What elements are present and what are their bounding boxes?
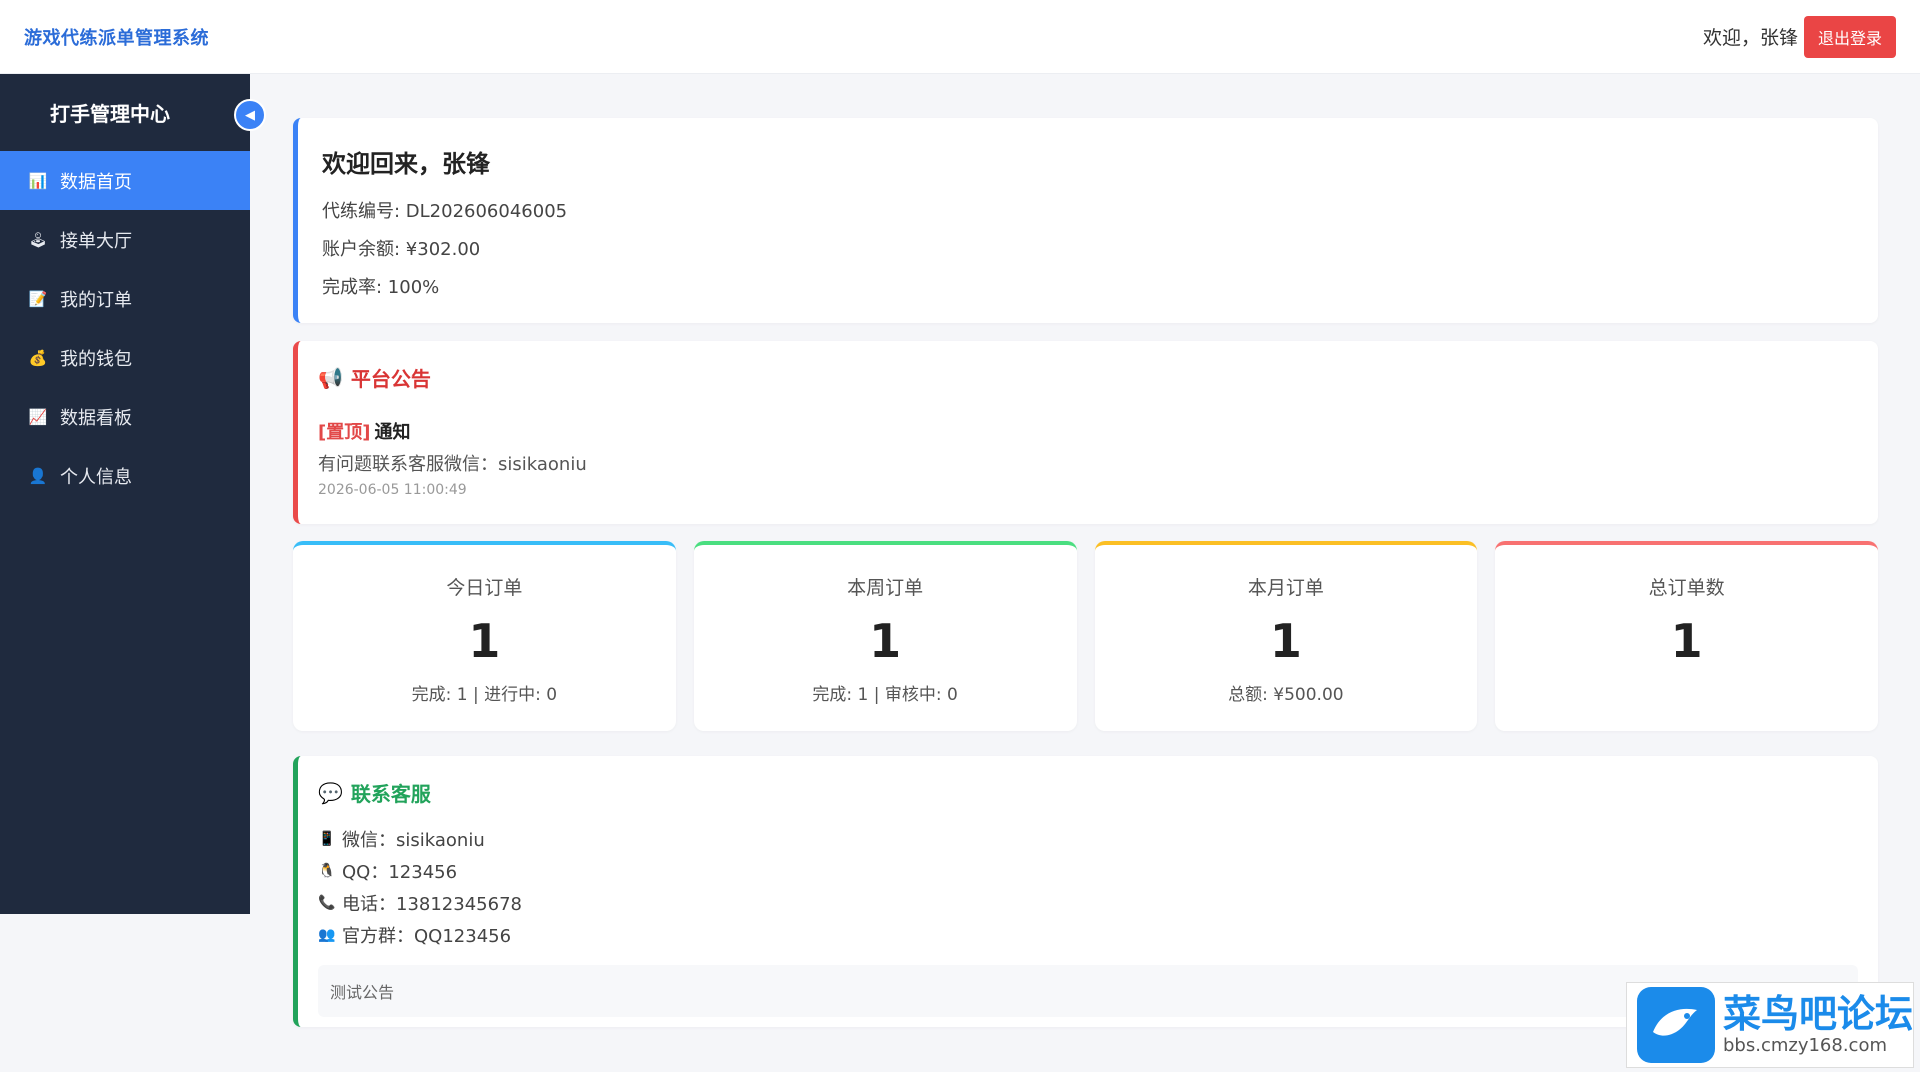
group-icon: 👥 — [318, 927, 336, 943]
contact-list: 📱 微信：sisikaoniu 🐧 QQ：123456 📞 电话：13812345678 👥… — [318, 823, 1858, 951]
telephone-icon: 📞 — [318, 895, 336, 911]
stat-label: 本月订单 — [1247, 577, 1324, 599]
joystick-icon: 🕹 — [28, 230, 48, 249]
stat-card: 本周订单 1 完成: 1 | 审核中: 0 — [693, 541, 1077, 731]
contact-line: 👥 官方群：QQ123456 — [318, 919, 1858, 951]
sidebar-item-0[interactable]: 📊 数据首页 — [0, 151, 250, 210]
stat-card: 总订单数 1 — [1495, 541, 1878, 731]
stats-row: 今日订单 1 完成: 1 | 进行中: 0 本周订单 1 完成: 1 | 审核中: 0 本月… — [293, 541, 1878, 731]
header-user-area: 欢迎，张锋 退出登录 — [1702, 15, 1896, 58]
sidebar-item-label: 数据首页 — [60, 171, 132, 193]
contact-text: 官方群：QQ123456 — [342, 926, 512, 947]
sidebar-item-4[interactable]: 📈 数据看板 — [0, 387, 250, 446]
account-balance: 账户余额: ¥302.00 — [322, 239, 481, 260]
user-icon: 👤 — [28, 466, 48, 485]
platform-notice-card: 📢 平台公告 [置顶] 通知 有问题联系客服微信：sisikaoniu 2026-… — [293, 341, 1878, 524]
stat-card: 今日订单 1 完成: 1 | 进行中: 0 — [293, 541, 676, 731]
contact-line: 📞 电话：13812345678 — [318, 887, 1858, 919]
stat-subtext: 总额: ¥500.00 — [1228, 685, 1344, 705]
notice-title: 平台公告 — [350, 367, 431, 391]
app-title: 游戏代练派单管理系统 — [24, 27, 209, 49]
stat-value: 1 — [869, 614, 902, 668]
contact-text: QQ：123456 — [342, 862, 458, 883]
contact-text: 微信：sisikaoniu — [342, 830, 485, 851]
notice-header: 📢 平台公告 — [318, 363, 1858, 392]
welcome-title: 欢迎回来，张锋 — [322, 150, 490, 178]
main-content: 欢迎回来，张锋 代练编号: DL202606046005 账户余额: ¥302.… — [293, 118, 1878, 1027]
pin-tag: [置顶] — [318, 422, 371, 443]
stat-label: 今日订单 — [446, 577, 523, 599]
stat-value: 1 — [1670, 614, 1703, 668]
contact-line: 🐧 QQ：123456 — [318, 855, 1858, 887]
stat-label: 总订单数 — [1648, 577, 1725, 599]
stat-value: 1 — [468, 614, 501, 668]
sidebar: 打手管理中心 ◀ 📊 数据首页 🕹 接单大厅 📝 我的订单 💰 我的钱包 📈 数据看板 👤 个人信息 — [0, 74, 266, 914]
watermark-main: 菜鸟吧论坛 — [1723, 991, 1914, 1036]
notice-text: 有问题联系客服微信：sisikaoniu — [318, 454, 587, 475]
contact-title: 联系客服 — [350, 782, 431, 806]
stat-card: 本月订单 1 总额: ¥500.00 — [1094, 541, 1478, 731]
megaphone-icon: 📢 — [318, 365, 343, 390]
penguin-icon: 🐧 — [318, 863, 336, 879]
notice-time: 2026-06-05 11:00:49 — [318, 482, 467, 498]
player-code: 代练编号: DL202606046005 — [322, 201, 568, 222]
stat-label: 本周订单 — [847, 577, 924, 599]
sidebar-title: 打手管理中心 — [50, 102, 170, 126]
watermark-text: 菜鸟吧论坛 bbs.cmzy168.com — [1723, 991, 1914, 1057]
watermark-sub: bbs.cmzy168.com — [1723, 1035, 1888, 1057]
welcome-card: 欢迎回来，张锋 代练编号: DL202606046005 账户余额: ¥302.… — [293, 118, 1878, 323]
sidebar-item-label: 我的钱包 — [60, 348, 132, 370]
contact-header: 💬 联系客服 — [318, 778, 1858, 807]
top-header: 游戏代练派单管理系统 欢迎，张锋 退出登录 — [0, 0, 1920, 74]
sidebar-item-5[interactable]: 👤 个人信息 — [0, 446, 250, 505]
sidebar-nav: 📊 数据首页 🕹 接单大厅 📝 我的订单 💰 我的钱包 📈 数据看板 👤 个人信息 — [0, 151, 250, 505]
logout-button[interactable]: 退出登录 — [1803, 15, 1896, 58]
sidebar-item-3[interactable]: 💰 我的钱包 — [0, 328, 250, 387]
sidebar-item-label: 我的订单 — [60, 289, 132, 311]
stat-subtext: 完成: 1 | 审核中: 0 — [812, 685, 958, 705]
collapse-sidebar-icon[interactable]: ◀ — [234, 99, 266, 131]
trend-icon: 📈 — [28, 407, 48, 426]
phone-icon: 📱 — [318, 831, 336, 847]
sidebar-item-1[interactable]: 🕹 接单大厅 — [0, 210, 250, 269]
notice-item: [置顶] 通知 有问题联系客服微信：sisikaoniu 2026-06-05 1… — [318, 418, 1858, 498]
notice-heading: [置顶] 通知 — [318, 418, 1858, 444]
sidebar-item-label: 接单大厅 — [60, 230, 132, 252]
note-icon: 📝 — [28, 289, 48, 308]
welcome-text: 欢迎，张锋 — [1702, 27, 1798, 49]
chart-icon: 📊 — [28, 171, 48, 190]
bird-logo-icon — [1637, 987, 1715, 1063]
stat-subtext: 完成: 1 | 进行中: 0 — [411, 685, 558, 705]
contact-text: 电话：13812345678 — [342, 894, 522, 915]
sidebar-item-label: 数据看板 — [60, 407, 132, 429]
money-bag-icon: 💰 — [28, 348, 48, 367]
completion-rate: 完成率: 100% — [322, 277, 440, 298]
forum-watermark: 菜鸟吧论坛 bbs.cmzy168.com — [1626, 982, 1914, 1068]
notice-heading-text: 通知 — [374, 422, 411, 443]
stat-value: 1 — [1269, 614, 1302, 668]
contact-line: 📱 微信：sisikaoniu — [318, 823, 1858, 855]
sidebar-header: 打手管理中心 ◀ — [0, 74, 266, 151]
sidebar-item-2[interactable]: 📝 我的订单 — [0, 269, 250, 328]
sidebar-item-label: 个人信息 — [60, 466, 132, 488]
chat-bubble-icon: 💬 — [318, 780, 343, 805]
